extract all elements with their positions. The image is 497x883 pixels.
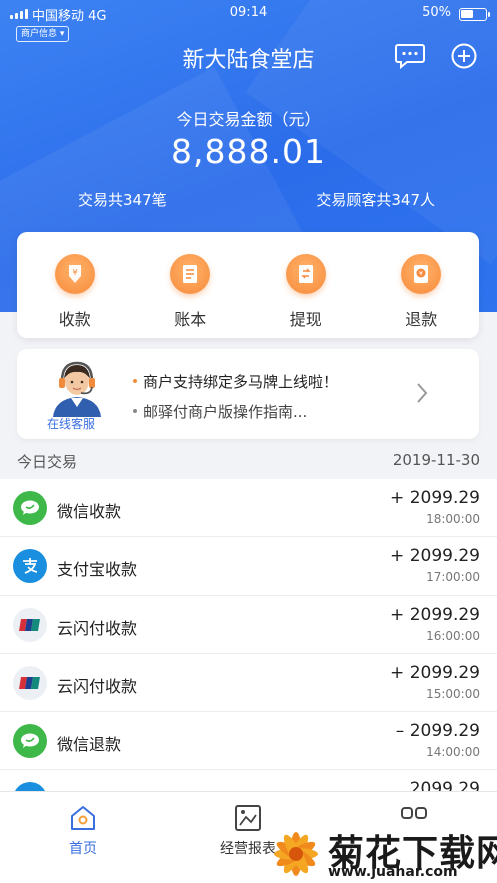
action-refund-label: 退款 (405, 310, 438, 329)
home-icon (71, 806, 95, 830)
amount-label: 今日交易金额（元） (176, 110, 321, 129)
notice-item[interactable]: 邮驿付商户版操作指南... (133, 401, 307, 422)
action-ledger-label: 账本 (174, 310, 207, 329)
status-bar: 中国移动 4G 09:14 50% (0, 0, 497, 28)
chrysanthemum-logo-icon (274, 832, 318, 876)
notice-text: 商户支持绑定多马牌上线啦！ (143, 373, 339, 391)
refund-icon: ¥ (401, 254, 442, 294)
transaction-time: 15:00:00 (426, 686, 480, 701)
action-withdraw[interactable]: 提现 (248, 232, 364, 338)
transaction-name: 云闪付收款 (57, 618, 138, 638)
transaction-time: 14:00:00 (426, 745, 480, 760)
action-receive[interactable]: ¥ 收款 (17, 232, 133, 338)
notice-item[interactable]: 商户支持绑定多马牌上线啦！ (133, 371, 338, 392)
action-ledger[interactable]: 账本 (133, 232, 249, 338)
unionpay-icon (13, 607, 47, 642)
list-item[interactable]: 支付宝收款 + 2099.29 17:00:00 (0, 537, 497, 596)
action-withdraw-label: 提现 (289, 310, 322, 329)
transaction-name: 微信收款 (57, 502, 122, 521)
yuan-receive-icon: ¥ (54, 254, 95, 294)
report-icon (235, 805, 261, 831)
chat-bubble-icon (395, 44, 425, 69)
bullet-icon (133, 378, 137, 383)
chevron-right-icon[interactable] (415, 381, 429, 405)
plus-circle-icon (451, 43, 477, 69)
ledger-icon (170, 254, 211, 294)
list-item[interactable]: 微信退款 – 2099.29 14:00:00 (0, 712, 497, 771)
list-item[interactable]: 云闪付收款 + 2099.29 15:00:00 (0, 654, 497, 713)
battery-percent: 50% (422, 5, 451, 20)
merchant-info-dropdown[interactable]: 商户信息 ▾ (16, 26, 70, 42)
watermark: 菊花下载网 www.juahar.com (268, 818, 497, 883)
bullet-icon (133, 408, 137, 413)
alipay-icon (13, 782, 47, 791)
customer-service-agent-icon (53, 361, 101, 417)
svg-text:¥: ¥ (419, 270, 423, 278)
battery-icon (459, 8, 490, 21)
transaction-amount: + 2099.29 (390, 662, 480, 683)
transaction-amount: – 2099.29 (395, 721, 480, 742)
list-item[interactable]: 云闪付收款 + 2099.29 16:00:00 (0, 596, 497, 654)
today-date: 2019-11-30 (392, 451, 480, 469)
unionpay-icon (13, 665, 47, 700)
action-receive-label: 收款 (58, 310, 91, 329)
alipay-icon (13, 549, 47, 584)
message-button[interactable] (394, 40, 426, 72)
action-refund[interactable]: ¥ 退款 (364, 232, 480, 338)
wechat-icon (13, 724, 47, 759)
transaction-count: 交易共347笔 (78, 191, 167, 209)
tab-home[interactable]: 首页 (43, 804, 123, 858)
transaction-time: 17:00:00 (426, 570, 480, 585)
tab-home-label: 首页 (69, 841, 97, 857)
today-title: 今日交易 (17, 453, 78, 471)
transaction-amount: + 2099.29 (390, 604, 480, 625)
transaction-name: 云闪付收款 (57, 676, 138, 696)
list-item[interactable]: 微信收款 + 2099.29 18:00:00 (0, 479, 497, 538)
transaction-time: 16:00:00 (426, 628, 480, 643)
quick-actions: ¥ 收款 账本 提现 ¥ 退款 (17, 232, 479, 338)
watermark-url: www.juahar.com (328, 864, 458, 880)
svg-text:¥: ¥ (72, 268, 77, 277)
wechat-icon (13, 491, 47, 525)
list-item[interactable]: 2099.29 (0, 770, 497, 791)
customer-count: 交易顾客共347人 (316, 191, 435, 209)
transaction-amount: + 2099.29 (390, 488, 480, 508)
transaction-list: 微信收款 + 2099.29 18:00:00 支付宝收款 + 2099.29 … (0, 479, 497, 791)
transaction-time: 18:00:00 (426, 512, 480, 526)
online-service-label[interactable]: 在线客服 (47, 415, 95, 432)
withdraw-icon (285, 254, 326, 294)
amount-value: 8,888.01 (171, 132, 326, 171)
transaction-name: 微信退款 (57, 735, 122, 755)
support-card[interactable]: 在线客服 商户支持绑定多马牌上线啦！ 邮驿付商户版操作指南... (17, 349, 479, 439)
add-button[interactable] (448, 40, 480, 72)
transaction-amount: 2099.29 (409, 779, 480, 791)
transaction-name: 支付宝收款 (57, 560, 138, 580)
transaction-amount: + 2099.29 (390, 546, 480, 567)
notice-text: 邮驿付商户版操作指南... (143, 403, 308, 421)
